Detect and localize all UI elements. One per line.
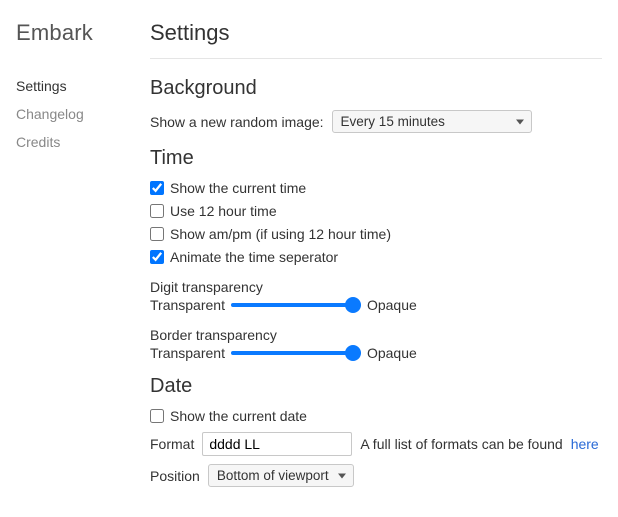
sidebar-item-settings[interactable]: Settings: [16, 72, 126, 100]
date-format-help-text: A full list of formats can be found: [360, 436, 562, 452]
digit-slider-min-label: Transparent: [150, 297, 225, 313]
show-time-label: Show the current time: [170, 180, 306, 196]
random-image-select[interactable]: Every 15 minutes: [332, 110, 532, 133]
digit-transparency-slider[interactable]: [231, 303, 361, 307]
section-title-date: Date: [150, 375, 602, 398]
section-title-time: Time: [150, 147, 602, 170]
random-image-select-wrap: Every 15 minutes: [332, 110, 532, 133]
date-format-help-link[interactable]: here: [571, 436, 599, 452]
twelve-hour-checkbox[interactable]: [150, 204, 164, 218]
sidebar-item-credits[interactable]: Credits: [16, 128, 126, 156]
date-format-label: Format: [150, 436, 194, 452]
ampm-label: Show am/pm (if using 12 hour time): [170, 226, 391, 242]
digit-slider-max-label: Opaque: [367, 297, 417, 313]
twelve-hour-label: Use 12 hour time: [170, 203, 277, 219]
ampm-checkbox[interactable]: [150, 227, 164, 241]
date-position-select-wrap: Bottom of viewport: [208, 464, 354, 487]
brand-title: Embark: [16, 20, 126, 46]
page-title: Settings: [150, 20, 602, 59]
sidebar-item-changelog[interactable]: Changelog: [16, 100, 126, 128]
sidebar: Embark Settings Changelog Credits: [16, 20, 126, 495]
show-date-checkbox[interactable]: [150, 409, 164, 423]
digit-transparency-label: Digit transparency: [150, 279, 602, 295]
animate-separator-checkbox[interactable]: [150, 250, 164, 264]
show-date-label: Show the current date: [170, 408, 307, 424]
random-image-label: Show a new random image:: [150, 114, 324, 130]
border-transparency-slider[interactable]: [231, 351, 361, 355]
animate-separator-label: Animate the time seperator: [170, 249, 338, 265]
border-slider-min-label: Transparent: [150, 345, 225, 361]
main-content: Settings Background Show a new random im…: [150, 20, 602, 495]
date-position-label: Position: [150, 468, 200, 484]
show-time-checkbox[interactable]: [150, 181, 164, 195]
border-slider-max-label: Opaque: [367, 345, 417, 361]
date-format-input[interactable]: [202, 432, 352, 456]
section-title-background: Background: [150, 77, 602, 100]
date-position-select[interactable]: Bottom of viewport: [208, 464, 354, 487]
border-transparency-label: Border transparency: [150, 327, 602, 343]
